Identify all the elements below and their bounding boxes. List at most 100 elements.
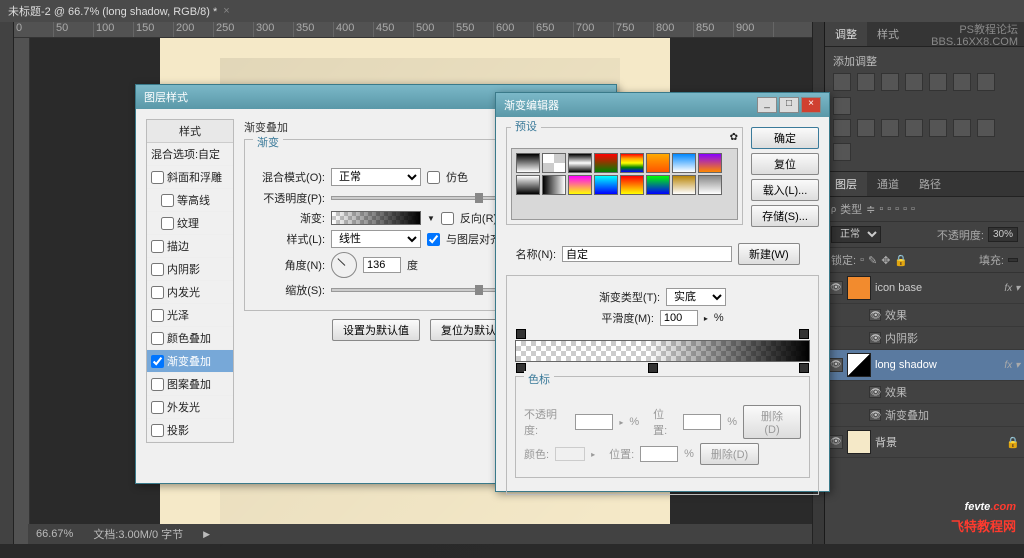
blending-options[interactable]: 混合选项:自定 <box>147 143 233 166</box>
style-checkbox[interactable] <box>161 217 174 230</box>
style-checkbox[interactable] <box>151 286 164 299</box>
adjustment-icons-2[interactable] <box>833 119 1016 161</box>
lock-icon[interactable]: ✎ <box>868 254 877 267</box>
tab-channels[interactable]: 通道 <box>867 172 909 196</box>
dither-checkbox[interactable] <box>427 171 440 184</box>
grad-type-select[interactable]: 实底 <box>666 288 726 306</box>
style-item[interactable]: 颜色叠加 <box>147 327 233 350</box>
style-item[interactable]: 等高线 <box>147 189 233 212</box>
layer-row[interactable]: 👁long shadowfx ▾ <box>825 350 1024 381</box>
color-stop[interactable] <box>799 363 809 373</box>
toolbar-left[interactable] <box>0 22 14 544</box>
style-item[interactable]: 斜面和浮雕 <box>147 166 233 189</box>
style-select[interactable]: 线性 <box>331 230 421 248</box>
style-checkbox[interactable] <box>151 171 164 184</box>
filter-icon[interactable]: ▫ <box>879 203 883 215</box>
fx-badge[interactable]: fx ▾ <box>1004 283 1020 294</box>
style-checkbox[interactable] <box>151 309 164 322</box>
gradient-preview[interactable] <box>331 211 421 225</box>
visibility-icon[interactable]: 👁 <box>869 332 881 344</box>
layer-effect[interactable]: 👁效果 <box>825 304 1024 327</box>
preset-swatch[interactable] <box>698 153 722 173</box>
visibility-icon[interactable]: 👁 <box>829 358 843 372</box>
preset-swatch[interactable] <box>542 175 566 195</box>
tab-paths[interactable]: 路径 <box>909 172 951 196</box>
style-item[interactable]: 外发光 <box>147 396 233 419</box>
blend-mode-select[interactable]: 正常 <box>831 226 881 243</box>
presets-box[interactable] <box>511 148 738 220</box>
style-item[interactable]: 图案叠加 <box>147 373 233 396</box>
preset-swatch[interactable] <box>646 175 670 195</box>
style-checkbox[interactable] <box>151 240 164 253</box>
close-tab-icon[interactable]: × <box>223 5 229 17</box>
adjustment-icons[interactable] <box>833 73 1016 115</box>
visibility-icon[interactable]: 👁 <box>829 281 843 295</box>
style-checkbox[interactable] <box>161 194 174 207</box>
style-item[interactable]: 光泽 <box>147 304 233 327</box>
load-button[interactable]: 载入(L)... <box>751 179 819 201</box>
reverse-checkbox[interactable] <box>441 212 454 225</box>
tab-layers[interactable]: 图层 <box>825 172 867 196</box>
visibility-icon[interactable]: 👁 <box>869 309 881 321</box>
style-checkbox[interactable] <box>151 378 164 391</box>
preset-swatch[interactable] <box>516 153 540 173</box>
filter-icon[interactable]: ▫ <box>887 203 891 215</box>
preset-swatch[interactable] <box>672 153 696 173</box>
gear-icon[interactable]: ✿ <box>730 132 738 143</box>
preset-swatch[interactable] <box>594 175 618 195</box>
filter-icon[interactable]: ▫ <box>903 203 907 215</box>
layer-effect[interactable]: 👁内阴影 <box>825 327 1024 350</box>
preset-swatch[interactable] <box>568 153 592 173</box>
name-input[interactable] <box>562 246 732 262</box>
maximize-icon[interactable]: □ <box>779 97 799 113</box>
layer-row[interactable]: 👁icon basefx ▾ <box>825 273 1024 304</box>
preset-swatch[interactable] <box>672 175 696 195</box>
fill-value[interactable] <box>1008 258 1018 262</box>
angle-dial[interactable] <box>331 252 357 278</box>
style-item[interactable]: 描边 <box>147 235 233 258</box>
layer-effect[interactable]: 👁效果 <box>825 381 1024 404</box>
zoom-level[interactable]: 66.67% <box>36 528 73 540</box>
color-stop[interactable] <box>648 363 658 373</box>
align-checkbox[interactable] <box>427 233 440 246</box>
opacity-stop[interactable] <box>516 329 526 339</box>
filter-icon[interactable]: ▫ <box>895 203 899 215</box>
save-button[interactable]: 存储(S)... <box>751 205 819 227</box>
style-item[interactable]: 纹理 <box>147 212 233 235</box>
smooth-input[interactable] <box>660 310 698 326</box>
preset-swatch[interactable] <box>516 175 540 195</box>
preset-swatch[interactable] <box>698 175 722 195</box>
visibility-icon[interactable]: 👁 <box>869 386 881 398</box>
tab-styles[interactable]: 样式 <box>867 22 909 46</box>
lock-icon[interactable]: 🔒 <box>894 254 908 267</box>
preset-swatch[interactable] <box>620 153 644 173</box>
visibility-icon[interactable]: 👁 <box>829 435 843 449</box>
preset-swatch[interactable] <box>620 175 644 195</box>
style-checkbox[interactable] <box>151 355 164 368</box>
preset-swatch[interactable] <box>568 175 592 195</box>
visibility-icon[interactable]: 👁 <box>869 409 881 421</box>
angle-input[interactable] <box>363 257 401 273</box>
ok-button[interactable]: 确定 <box>751 127 819 149</box>
style-checkbox[interactable] <box>151 263 164 276</box>
layer-row[interactable]: 👁背景🔒 <box>825 427 1024 458</box>
cancel-button[interactable]: 复位 <box>751 153 819 175</box>
preset-swatch[interactable] <box>646 153 670 173</box>
minimize-icon[interactable]: _ <box>757 97 777 113</box>
preset-swatch[interactable] <box>542 153 566 173</box>
style-item[interactable]: 投影 <box>147 419 233 442</box>
gradient-bar[interactable] <box>515 340 810 362</box>
make-default-button[interactable]: 设置为默认值 <box>332 319 420 341</box>
new-button[interactable]: 新建(W) <box>738 243 800 265</box>
layer-effect[interactable]: 👁渐变叠加 <box>825 404 1024 427</box>
style-item[interactable]: 渐变叠加 <box>147 350 233 373</box>
style-checkbox[interactable] <box>151 424 164 437</box>
opacity-value[interactable]: 30% <box>988 227 1018 242</box>
filter-icon[interactable]: ▫ <box>911 203 915 215</box>
opacity-stop[interactable] <box>799 329 809 339</box>
lock-icon[interactable]: ▫ <box>860 254 864 266</box>
style-list-header[interactable]: 样式 <box>147 120 233 143</box>
style-item[interactable]: 内发光 <box>147 281 233 304</box>
lock-icon[interactable]: ✥ <box>881 254 890 267</box>
style-item[interactable]: 内阴影 <box>147 258 233 281</box>
